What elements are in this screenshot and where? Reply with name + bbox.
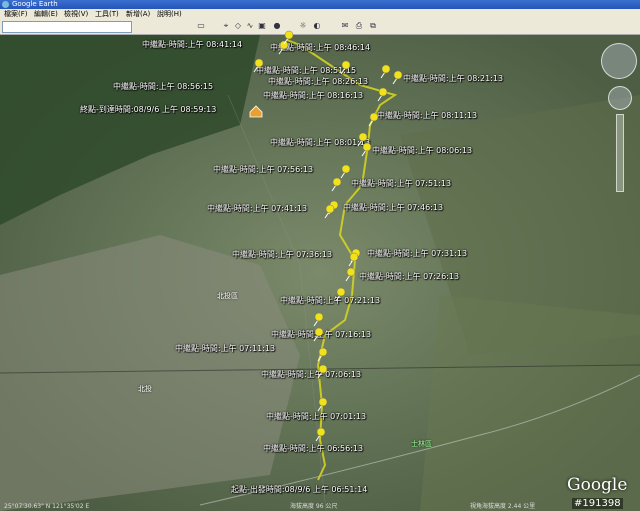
waypoint-label[interactable]: 中繼點-時間:上午 08:11:13 — [377, 110, 477, 121]
waypoint-label[interactable]: 中繼點-時間:上午 07:41:13 — [207, 203, 307, 214]
waypoint-label[interactable]: 中繼點-時間:上午 08:26:13 — [268, 76, 368, 87]
email-icon[interactable]: ✉ — [340, 21, 350, 31]
sun-icon[interactable]: ☼ — [298, 21, 308, 31]
waypoint-label[interactable]: 中繼點-時間:上午 07:46:13 — [343, 202, 443, 213]
placemark-icon[interactable]: ⌖ — [221, 21, 231, 31]
zoom-slider[interactable] — [616, 114, 624, 192]
look-joystick[interactable] — [601, 43, 637, 79]
waypoint-label[interactable]: 中繼點-時間:上午 07:01:13 — [266, 411, 366, 422]
menu-add[interactable]: 新增(A) — [126, 9, 150, 19]
waypoint-label[interactable]: 中繼點-時間:上午 07:36:13 — [232, 249, 332, 260]
menu-edit[interactable]: 編輯(E) — [34, 9, 58, 19]
place-label-taipei: 北投 — [138, 385, 152, 393]
place-label-beitou: 北投區 — [217, 292, 238, 300]
waypoint-label[interactable]: 中繼點-時間:上午 08:46:14 — [270, 42, 370, 53]
move-joystick[interactable] — [608, 86, 632, 110]
google-earth-icon — [2, 1, 9, 8]
window-title: Google Earth — [12, 0, 58, 8]
overlay-icon[interactable]: ▣ — [257, 21, 267, 31]
status-eye-altitude: 視角海拔高度 2.44 公里 — [470, 503, 536, 510]
waypoint-label[interactable]: 中繼點-時間:上午 07:56:13 — [213, 164, 313, 175]
start-label[interactable]: 起點-出發時間:08/9/6 上午 06:51:14 — [231, 484, 367, 495]
status-bar: 25°07'30.63" N 121°35'02 E 海拔高度 96 公尺 視角… — [0, 502, 560, 511]
waypoint-label[interactable]: 中繼點-時間:上午 06:56:13 — [263, 443, 363, 454]
menu-tools[interactable]: 工具(T) — [95, 9, 119, 19]
status-elevation: 海拔高度 96 公尺 — [290, 503, 338, 510]
waypoint-label[interactable]: 中繼點-時間:上午 08:21:13 — [403, 73, 503, 84]
waypoint-label[interactable]: 中繼點-時間:上午 08:51:15 — [256, 65, 356, 76]
title-bar: Google Earth — [0, 0, 640, 9]
watermark: #191398 — [572, 498, 623, 509]
place-label-shilin: 士林區 — [411, 440, 432, 448]
path-icon[interactable]: ∿ — [245, 21, 255, 31]
waypoint-label[interactable]: 中繼點-時間:上午 07:16:13 — [271, 329, 371, 340]
planets-icon[interactable]: ◐ — [312, 21, 322, 31]
record-tour-icon[interactable]: ● — [272, 21, 282, 31]
waypoint-label[interactable]: 中繼點-時間:上午 07:06:13 — [261, 369, 361, 380]
waypoint-label[interactable]: 中繼點-時間:上午 07:21:13 — [280, 295, 380, 306]
waypoint-label[interactable]: 中繼點-時間:上午 08:01:13 — [270, 137, 370, 148]
waypoint-label[interactable]: 中繼點-時間:上午 07:11:13 — [175, 343, 275, 354]
waypoint-label[interactable]: 中繼點-時間:上午 08:16:13 — [263, 90, 363, 101]
waypoint-label[interactable]: 中繼點-時間:上午 08:56:15 — [113, 81, 213, 92]
menu-view[interactable]: 檢視(V) — [64, 9, 88, 19]
view-in-maps-icon[interactable]: ⧉ — [368, 21, 378, 31]
end-label[interactable]: 終點-到達時間:08/9/6 上午 08:59:13 — [80, 104, 216, 115]
waypoint-label[interactable]: 中繼點-時間:上午 07:26:13 — [359, 271, 459, 282]
status-coordinates: 25°07'30.63" N 121°35'02 E — [4, 503, 90, 510]
waypoint-label[interactable]: 中繼點-時間:上午 08:41:14 — [142, 39, 242, 50]
waypoint-label[interactable]: 中繼點-時間:上午 07:51:13 — [351, 178, 451, 189]
menu-help[interactable]: 說明(H) — [157, 9, 182, 19]
waypoint-label[interactable]: 中繼點-時間:上午 07:31:13 — [367, 248, 467, 259]
waypoint-label[interactable]: 中繼點-時間:上午 08:06:13 — [372, 145, 472, 156]
google-logo: Google — [567, 475, 628, 495]
polygon-icon[interactable]: ◇ — [233, 21, 243, 31]
menu-file[interactable]: 檔案(F) — [4, 9, 28, 19]
print-icon[interactable]: ⎙ — [354, 21, 364, 31]
menu-bar: 檔案(F) 編輯(E) 檢視(V) 工具(T) 新增(A) 說明(H) — [0, 9, 640, 19]
search-input[interactable] — [2, 21, 132, 33]
hide-sidebar-icon[interactable]: ▭ — [196, 21, 206, 31]
